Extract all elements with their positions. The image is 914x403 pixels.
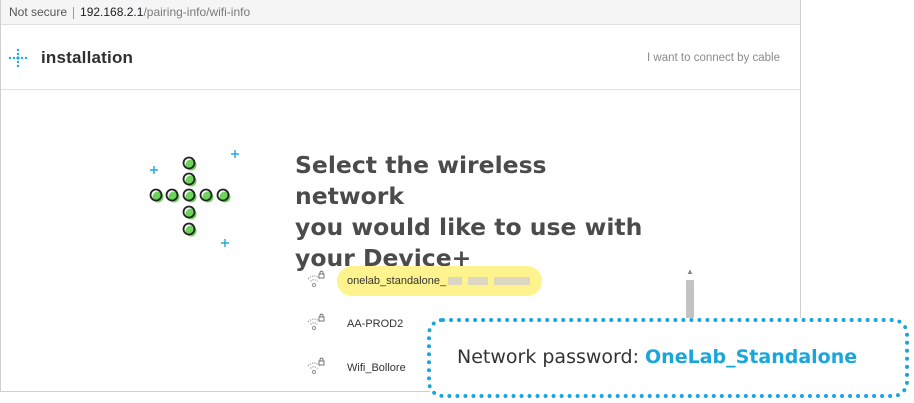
network-name[interactable]: Wifi_Bollore [337,353,418,383]
password-callout: Network password: OneLab_Standalone [427,318,909,398]
url-path: /pairing-info/wifi-info [143,5,251,19]
redacted-text [448,277,531,286]
scroll-thumb[interactable] [686,280,694,318]
url-host: 192.168.2.1 [80,5,144,19]
password-value: OneLab_Standalone [645,346,858,368]
brand-title: installation [41,48,134,67]
network-name: onelab_standalone_ [347,275,447,287]
heading-line: you would like to use with [295,213,643,241]
app-header: installation I want to connect by cable [1,26,800,90]
heading-line: Select the wireless network [295,151,547,210]
address-bar-separator [73,6,75,19]
wifi-lock-icon [307,313,325,331]
page-heading: Select the wireless network you would li… [295,150,655,274]
network-item-onelab[interactable]: onelab_standalone_ [301,266,681,296]
network-name[interactable]: AA-PROD2 [337,309,415,339]
dotted-plus-logo-icon [8,48,28,68]
plus-illustration-icon [149,150,239,247]
address-bar[interactable]: Not secure 192.168.2.1/pairing-info/wifi-… [1,0,800,25]
callout-text: Network password: OneLab_Standalone [457,346,857,368]
security-label[interactable]: Not secure [9,5,67,19]
wifi-lock-icon [307,357,325,375]
scroll-up-arrow-icon[interactable]: ▲ [686,268,694,276]
wifi-lock-icon [307,270,325,288]
password-label: Network password: [457,346,646,368]
network-name-selected[interactable]: onelab_standalone_ [337,266,543,296]
connect-by-cable-link[interactable]: I want to connect by cable [647,52,780,64]
